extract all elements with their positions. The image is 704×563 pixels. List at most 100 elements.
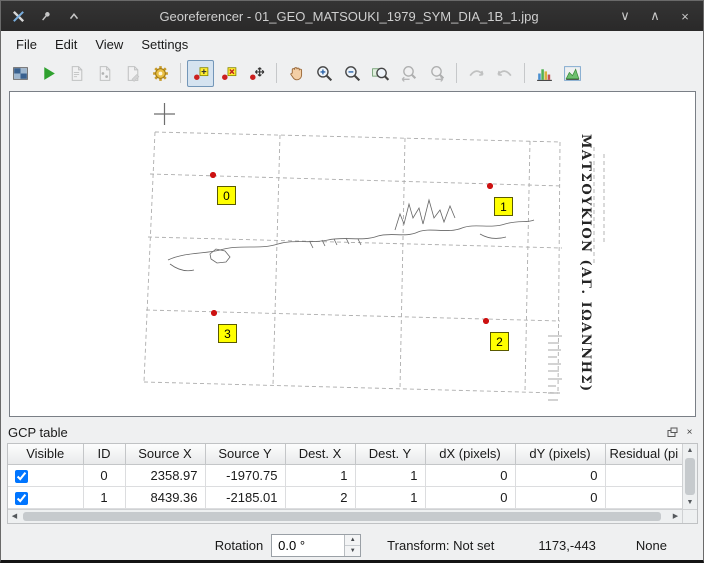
zoom-last-button (395, 60, 422, 87)
start-georeferencing-button[interactable] (35, 60, 62, 87)
full-histogram-stretch-button[interactable] (531, 60, 558, 87)
rotation-label: Rotation (215, 538, 263, 553)
menu-edit[interactable]: Edit (46, 33, 86, 56)
column-header-dest-x[interactable]: Dest. X (285, 444, 355, 464)
transformation-settings-button[interactable] (147, 60, 174, 87)
save-gcp-points-button (119, 60, 146, 87)
close-button[interactable]: × (675, 9, 695, 24)
gcp-point-icon (483, 318, 489, 324)
gcp-marker-2[interactable]: 2 (483, 318, 523, 358)
menu-settings[interactable]: Settings (132, 33, 197, 56)
cell-dy[interactable]: 0 (515, 486, 605, 508)
map-canvas[interactable]: ΜΑΤΣΟΥΚΙΟΝ (ΑΓ. ΙΩΑΝΝΗΣ) 0 1 2 (9, 91, 696, 417)
cell-residual[interactable] (605, 464, 682, 486)
gcp-table-row-1[interactable]: 1 8439.36 -2185.01 2 1 0 0 (8, 486, 682, 508)
visible-checkbox[interactable] (15, 492, 28, 505)
zoom-next-icon (427, 64, 446, 83)
visible-checkbox[interactable] (15, 470, 28, 483)
scroll-left-button[interactable]: ◀ (8, 510, 21, 523)
gcp-table-row-0[interactable]: 0 2358.97 -1970.75 1 1 0 0 (8, 464, 682, 486)
move-gcp-point-button[interactable] (243, 60, 270, 87)
column-header-id[interactable]: ID (83, 444, 125, 464)
add-point-icon (191, 64, 210, 83)
title-bar[interactable]: Georeferencer - 01_GEO_MATSOUKI_1979_SYM… (1, 1, 703, 31)
zoom-in-icon (315, 64, 334, 83)
scroll-right-button[interactable]: ▶ (669, 510, 682, 523)
column-header-source-x[interactable]: Source X (125, 444, 205, 464)
crs-status: None (636, 538, 667, 553)
zoom-to-layer-icon (371, 64, 390, 83)
column-header-dx[interactable]: dX (pixels) (425, 444, 515, 464)
gcp-marker-0[interactable]: 0 (210, 172, 250, 212)
rotation-value-input[interactable] (272, 535, 344, 556)
zoom-last-icon (399, 64, 418, 83)
gcp-table-area: Visible ID Source X Source Y Dest. X Des… (7, 443, 698, 524)
gcp-table: Visible ID Source X Source Y Dest. X Des… (8, 444, 682, 509)
delete-point-icon (219, 64, 238, 83)
gcp-table-horizontal-scrollbar[interactable]: ◀ ▶ (8, 509, 682, 523)
column-header-source-y[interactable]: Source Y (205, 444, 285, 464)
delete-point-button[interactable] (215, 60, 242, 87)
transform-status: Transform: Not set (387, 538, 494, 553)
column-header-dest-y[interactable]: Dest. Y (355, 444, 425, 464)
cell-source-y[interactable]: -2185.01 (205, 486, 285, 508)
cell-source-x[interactable]: 2358.97 (125, 464, 205, 486)
link-georeferencer-icon (467, 64, 486, 83)
titlebar-left-buttons (9, 7, 83, 25)
move-point-icon (247, 64, 266, 83)
rotation-spinbox[interactable]: ▲ ▼ (271, 534, 361, 557)
cell-id[interactable]: 1 (83, 486, 125, 508)
menu-file[interactable]: File (7, 33, 46, 56)
gcp-marker-label: 0 (217, 186, 236, 205)
gcp-marker-3[interactable]: 3 (211, 310, 251, 350)
cell-dest-y[interactable]: 1 (355, 464, 425, 486)
pan-button[interactable] (283, 60, 310, 87)
gcp-point-icon (487, 183, 493, 189)
cell-dy[interactable]: 0 (515, 464, 605, 486)
add-point-button[interactable] (187, 60, 214, 87)
cell-dest-y[interactable]: 1 (355, 486, 425, 508)
cell-dx[interactable]: 0 (425, 464, 515, 486)
gear-icon (151, 64, 170, 83)
map-label-greek: ΜΑΤΣΟΥΚΙΟΝ (ΑΓ. ΙΩΑΝΝΗΣ) (578, 134, 593, 393)
menu-view[interactable]: View (86, 33, 132, 56)
pan-hand-icon (287, 64, 306, 83)
cell-dest-x[interactable]: 2 (285, 486, 355, 508)
cell-dx[interactable]: 0 (425, 486, 515, 508)
rotation-increment-button[interactable]: ▲ (345, 535, 360, 546)
gcp-panel-title: GCP table (8, 425, 68, 440)
cell-dest-x[interactable]: 1 (285, 464, 355, 486)
x-logo-icon (11, 9, 26, 24)
vertical-scrollbar-thumb[interactable] (685, 458, 695, 495)
local-histogram-stretch-button[interactable] (559, 60, 586, 87)
gcp-marker-label: 2 (490, 332, 509, 351)
cell-residual[interactable] (605, 486, 682, 508)
maximize-button[interactable]: ∧ (645, 8, 665, 24)
column-header-residual[interactable]: Residual (pi (605, 444, 682, 464)
minimize-button[interactable]: ∨ (615, 8, 635, 24)
horizontal-scrollbar-thumb[interactable] (23, 512, 661, 521)
pin-icon[interactable] (37, 7, 55, 25)
panel-float-button[interactable] (666, 426, 679, 439)
gcp-marker-1[interactable]: 1 (487, 183, 527, 223)
gcp-point-icon (211, 310, 217, 316)
panel-close-button[interactable]: × (683, 426, 696, 439)
cell-source-x[interactable]: 8439.36 (125, 486, 205, 508)
link-qgis-to-georeferencer-button (491, 60, 518, 87)
cell-id[interactable]: 0 (83, 464, 125, 486)
open-raster-button[interactable] (7, 60, 34, 87)
column-header-visible[interactable]: Visible (8, 444, 83, 464)
zoom-to-layer-button[interactable] (367, 60, 394, 87)
zoom-in-button[interactable] (311, 60, 338, 87)
column-header-dy[interactable]: dY (pixels) (515, 444, 605, 464)
gcp-table-panel: GCP table × (1, 423, 703, 524)
shade-icon[interactable] (65, 7, 83, 25)
cell-source-y[interactable]: -1970.75 (205, 464, 285, 486)
gcp-table-vertical-scrollbar[interactable]: ▲ ▼ (683, 444, 697, 509)
rotation-decrement-button[interactable]: ▼ (345, 546, 360, 556)
zoom-out-button[interactable] (339, 60, 366, 87)
crosshair-cursor (154, 103, 175, 125)
app-icon[interactable] (9, 7, 27, 25)
scroll-up-button[interactable]: ▲ (683, 444, 697, 457)
scroll-down-button[interactable]: ▼ (683, 496, 697, 509)
